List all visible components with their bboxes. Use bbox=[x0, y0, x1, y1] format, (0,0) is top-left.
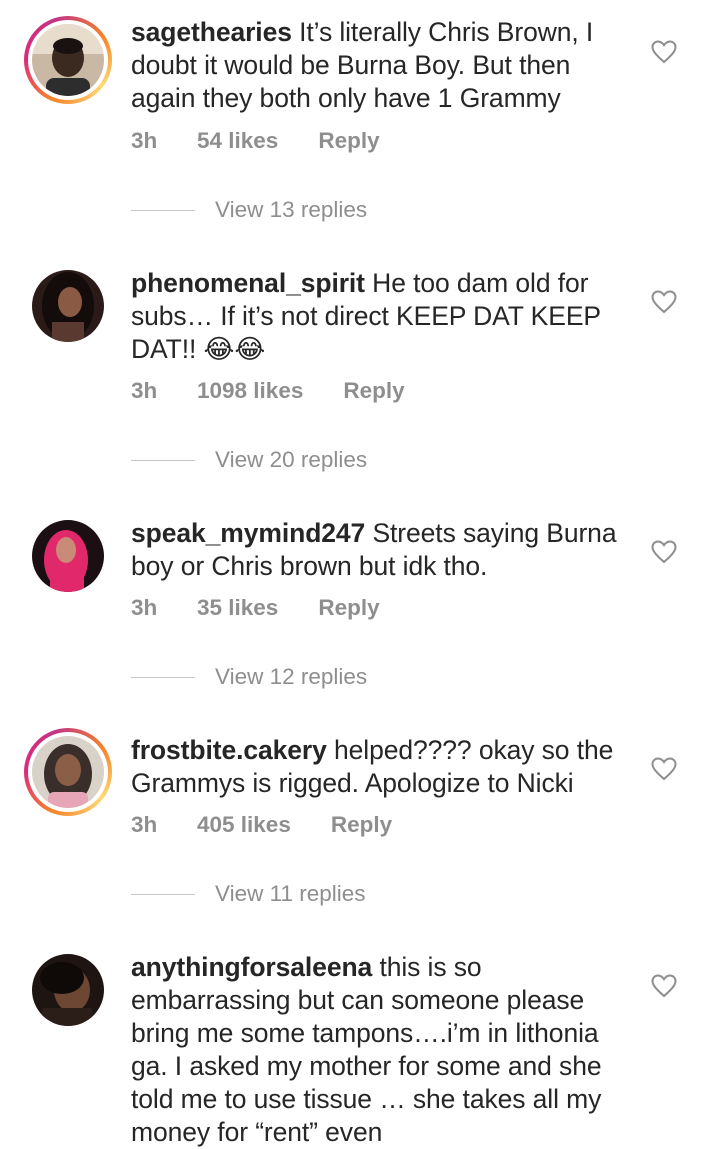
avatar[interactable] bbox=[32, 24, 104, 96]
comment-username[interactable]: frostbite.cakery bbox=[131, 735, 327, 765]
comment-username[interactable]: speak_mymind247 bbox=[131, 518, 365, 548]
heart-icon[interactable] bbox=[651, 757, 677, 781]
avatar[interactable] bbox=[32, 520, 104, 592]
reply-button[interactable]: Reply bbox=[343, 378, 404, 404]
divider-line bbox=[131, 676, 195, 678]
comment-time: 3h bbox=[131, 378, 158, 403]
view-replies-button[interactable]: View 11 replies bbox=[131, 881, 366, 907]
comment-time: 3h bbox=[131, 812, 158, 837]
comment-time: 3h bbox=[131, 128, 158, 153]
reply-button[interactable]: Reply bbox=[318, 595, 379, 621]
comment-text: frostbite.cakery helped???? okay so the … bbox=[131, 734, 631, 800]
comment-text: phenomenal_spirit He too dam old for sub… bbox=[131, 267, 631, 366]
avatar-wrap[interactable] bbox=[24, 512, 112, 600]
comment-meta: 3h 35 likes Reply bbox=[131, 595, 380, 621]
avatar-wrap[interactable] bbox=[24, 262, 112, 350]
divider-line bbox=[131, 459, 195, 461]
view-replies-button[interactable]: View 12 replies bbox=[131, 664, 367, 690]
avatar[interactable] bbox=[32, 736, 104, 808]
comment-meta: 3h 405 likes Reply bbox=[131, 812, 392, 838]
heart-icon[interactable] bbox=[651, 540, 677, 564]
view-replies-label: View 13 replies bbox=[215, 197, 368, 222]
comment-username[interactable]: phenomenal_spirit bbox=[131, 268, 365, 298]
avatar[interactable] bbox=[32, 954, 104, 1026]
comment-text: speak_mymind247 Streets saying Burna boy… bbox=[131, 517, 631, 583]
story-ring[interactable] bbox=[24, 16, 112, 104]
comment-time: 3h bbox=[131, 595, 158, 620]
comment-text: sagethearies It’s literally Chris Brown,… bbox=[131, 16, 631, 115]
view-replies-button[interactable]: View 20 replies bbox=[131, 447, 367, 473]
story-ring[interactable] bbox=[24, 728, 112, 816]
comment-meta: 3h 54 likes Reply bbox=[131, 128, 380, 154]
divider-line bbox=[131, 893, 195, 895]
view-replies-label: View 11 replies bbox=[215, 881, 366, 906]
comment-likes[interactable]: 1098 likes bbox=[197, 378, 303, 404]
view-replies-label: View 20 replies bbox=[215, 447, 368, 472]
comment-likes[interactable]: 54 likes bbox=[197, 128, 278, 154]
comment-text: anythingforsaleena this is so embarrassi… bbox=[131, 951, 631, 1149]
view-replies-button[interactable]: View 13 replies bbox=[131, 197, 367, 223]
heart-icon[interactable] bbox=[651, 290, 677, 314]
reply-button[interactable]: Reply bbox=[318, 128, 379, 154]
comment-username[interactable]: sagethearies bbox=[131, 17, 292, 47]
comment-meta: 3h 1098 likes Reply bbox=[131, 378, 405, 404]
comment-likes[interactable]: 35 likes bbox=[197, 595, 278, 621]
divider-line bbox=[131, 209, 195, 211]
heart-icon[interactable] bbox=[651, 40, 677, 64]
heart-icon[interactable] bbox=[651, 974, 677, 998]
avatar[interactable] bbox=[32, 270, 104, 342]
comment-username[interactable]: anythingforsaleena bbox=[131, 952, 372, 982]
comment-likes[interactable]: 405 likes bbox=[197, 812, 291, 838]
avatar-wrap[interactable] bbox=[24, 946, 112, 1034]
view-replies-label: View 12 replies bbox=[215, 664, 368, 689]
reply-button[interactable]: Reply bbox=[331, 812, 392, 838]
